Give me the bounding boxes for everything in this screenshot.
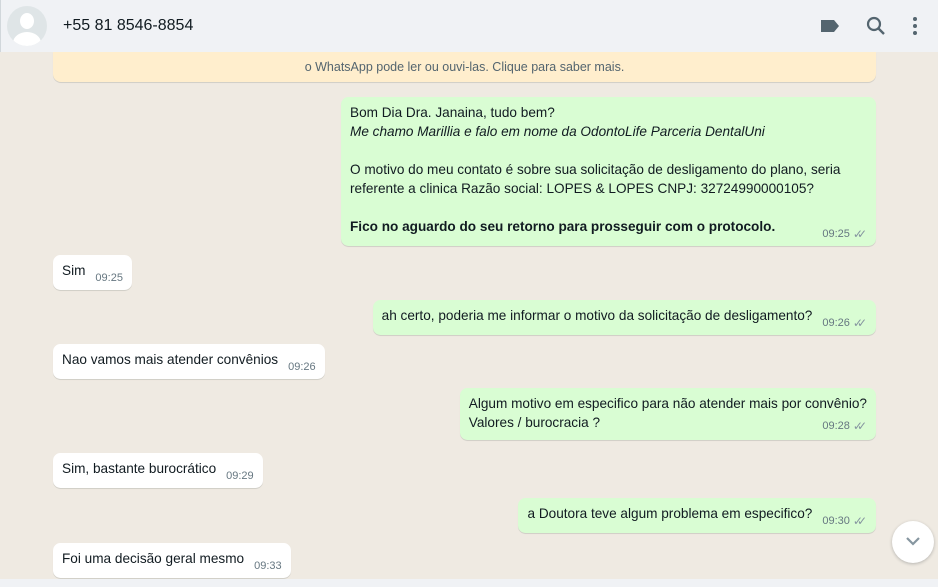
double-check-icon: ✓✓	[852, 316, 867, 330]
message-time: 09:26	[822, 317, 850, 329]
message-time: 09:29	[226, 470, 254, 482]
label-icon[interactable]	[820, 19, 840, 33]
message-text: O motivo do meu contato é sobre sua soli…	[350, 162, 841, 196]
message-text: Sim	[62, 263, 86, 278]
message-outgoing: a Doutora teve algum problema em especif…	[518, 498, 876, 533]
message-text: Me chamo Marillia e falo em nome da Odon…	[350, 124, 765, 139]
double-check-icon: ✓✓	[852, 514, 867, 528]
message-time: 09:26	[288, 361, 316, 373]
double-check-icon: ✓✓	[852, 227, 867, 241]
chevron-down-icon	[905, 533, 921, 551]
message-list[interactable]: o WhatsApp pode ler ou ouvi-las. Clique …	[0, 52, 938, 579]
message-text: Algum motivo em especifico para não aten…	[468, 396, 867, 411]
message-incoming: Sim, bastante burocrático 09:29	[53, 453, 263, 488]
message-text: ah certo, poderia me informar o motivo d…	[381, 308, 813, 323]
message-time: 09:28	[822, 420, 850, 432]
message-text: Valores / burocracia ?	[468, 415, 600, 430]
message-text: Nao vamos mais atender convênios	[62, 352, 279, 367]
message-incoming: Foi uma decisão geral mesmo 09:33	[53, 543, 291, 578]
message-outgoing: ah certo, poderia me informar o motivo d…	[372, 300, 876, 335]
message-time: 09:30	[822, 515, 850, 527]
message-text: Fico no aguardo do seu retorno para pros…	[350, 219, 776, 234]
message-outgoing: Algum motivo em especifico para não aten…	[459, 388, 876, 440]
message-time: 09:33	[254, 560, 282, 572]
message-text: Bom Dia Dra. Janaina, tudo bem?	[350, 105, 555, 120]
message-time: 09:25	[822, 228, 850, 240]
search-icon[interactable]	[866, 16, 886, 36]
message-outgoing: Bom Dia Dra. Janaina, tudo bem? Me chamo…	[341, 97, 876, 246]
message-incoming: Sim 09:25	[53, 255, 132, 290]
contact-name[interactable]: +55 81 8546-8854	[63, 17, 193, 35]
message-text: Sim, bastante burocrático	[62, 461, 217, 476]
menu-icon[interactable]	[912, 16, 918, 36]
double-check-icon: ✓✓	[852, 419, 867, 433]
encryption-banner[interactable]: o WhatsApp pode ler ou ouvi-las. Clique …	[53, 52, 876, 82]
message-time: 09:25	[95, 272, 123, 284]
avatar[interactable]	[7, 6, 47, 46]
chat-header: +55 81 8546-8854	[0, 0, 938, 52]
scroll-to-bottom-button[interactable]	[892, 521, 934, 563]
composer-area	[0, 579, 938, 587]
message-text: Foi uma decisão geral mesmo	[62, 551, 245, 566]
message-text: a Doutora teve algum problema em especif…	[527, 506, 813, 521]
message-incoming: Nao vamos mais atender convênios 09:26	[53, 344, 325, 379]
